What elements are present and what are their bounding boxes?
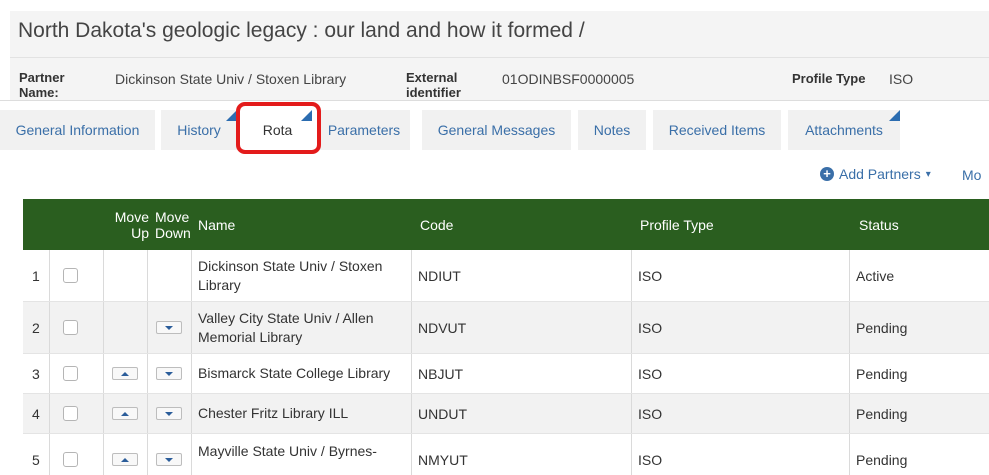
arrow-down-icon [165, 457, 173, 462]
row-number: 5 [32, 451, 40, 468]
profile-type-value: ISO [889, 71, 914, 87]
caret-down-icon: ▾ [925, 168, 931, 180]
tab-bar: General Information History Rota Paramet… [0, 100, 989, 157]
partner-profile-type: ISO [638, 405, 663, 422]
arrow-down-icon [165, 325, 173, 330]
partner-status: Pending [856, 451, 908, 468]
tab-label: General Messages [437, 122, 556, 138]
partner-code: UNDUT [418, 405, 467, 422]
tab-notes[interactable]: Notes [578, 110, 646, 150]
partner-status: Pending [856, 405, 908, 422]
col-move-up-line1: Move [114, 208, 149, 225]
tab-label: History [177, 122, 221, 138]
partner-name-value: Dickinson State Univ / Stoxen Library [115, 71, 347, 87]
add-partners-button[interactable]: + Add Partners ▾ [820, 166, 931, 182]
partner-name-label: Partner Name: [19, 70, 65, 100]
tab-attachments[interactable]: Attachments [788, 110, 900, 150]
partner-profile-type: ISO [638, 319, 663, 336]
move-down-button[interactable] [156, 453, 182, 466]
move-up-button[interactable] [112, 407, 138, 420]
arrow-down-icon [165, 411, 173, 416]
move-up-button[interactable] [112, 367, 138, 380]
table-row: 5 Mayville State Univ / Byrnes- NMYUT IS… [23, 434, 989, 475]
partner-code: NDIUT [418, 267, 461, 284]
partner-name: Dickinson State Univ / Stoxen Library [198, 257, 383, 293]
tab-indicator-icon [301, 110, 312, 121]
row-number: 2 [32, 319, 40, 336]
row-number: 4 [32, 405, 40, 422]
plus-circle-icon: + [820, 167, 834, 181]
tab-general-messages[interactable]: General Messages [422, 110, 571, 150]
arrow-up-icon [121, 457, 129, 462]
col-move-down-line2: Down [155, 224, 191, 241]
tab-label: Rota [262, 122, 293, 138]
tab-general-information[interactable]: General Information [0, 110, 155, 150]
partner-profile-type: ISO [638, 365, 663, 382]
arrow-down-icon [165, 371, 173, 376]
tab-parameters[interactable]: Parameters [318, 110, 410, 150]
table-row: 1 Dickinson State Univ / Stoxen Library … [23, 250, 989, 302]
tab-indicator-icon [226, 110, 237, 121]
move-down-button[interactable] [156, 407, 182, 420]
partner-name: Valley City State Univ / Allen Memorial … [198, 309, 374, 345]
arrow-up-icon [121, 371, 129, 376]
table-row: 3 Bismarck State College Library NBJUT I… [23, 354, 989, 394]
row-select-checkbox[interactable] [63, 320, 78, 335]
move-down-button[interactable] [156, 367, 182, 380]
table-header: Move Up Move Down Name Code Profile Type… [23, 199, 989, 250]
tab-rota[interactable]: Rota [243, 110, 312, 150]
record-header: North Dakota's geologic legacy : our lan… [10, 11, 989, 100]
rota-table: Move Up Move Down Name Code Profile Type… [23, 199, 989, 475]
partner-status: Active [856, 267, 895, 284]
row-number: 3 [32, 365, 40, 382]
profile-type-label: Profile Type [792, 71, 866, 86]
col-move-down-line1: Move [155, 208, 190, 225]
col-code[interactable]: Code [420, 199, 453, 250]
partner-code: NDVUT [418, 319, 467, 336]
more-actions-link[interactable]: Mo [962, 167, 981, 183]
tab-label: General Information [15, 122, 140, 138]
tab-received-items[interactable]: Received Items [653, 110, 781, 150]
page-title: North Dakota's geologic legacy : our lan… [18, 19, 585, 42]
col-profile-type[interactable]: Profile Type [640, 199, 714, 250]
partner-name: Bismarck State College Library [198, 365, 391, 381]
col-move-down: Move Down [155, 199, 191, 250]
partner-code: NMYUT [418, 451, 468, 468]
row-number: 1 [32, 267, 40, 284]
row-select-checkbox[interactable] [63, 406, 78, 421]
external-identifier-value: 01ODINBSF0000005 [502, 71, 635, 87]
partner-name: Chester Fritz Library ILL [198, 405, 349, 421]
move-down-button[interactable] [156, 321, 182, 334]
table-row: 2 Valley City State Univ / Allen Memoria… [23, 302, 989, 354]
partner-name: Mayville State Univ / Byrnes- [198, 443, 377, 459]
add-partners-label: Add Partners [839, 166, 921, 182]
partner-code: NBJUT [418, 365, 464, 382]
tab-label: Notes [593, 122, 631, 138]
partner-status: Pending [856, 365, 908, 382]
col-name[interactable]: Name [198, 199, 235, 250]
tab-indicator-icon [889, 110, 900, 121]
move-up-button[interactable] [112, 453, 138, 466]
arrow-up-icon [121, 411, 129, 416]
tab-label: Received Items [668, 122, 766, 138]
col-move-up: Move Up [111, 199, 149, 250]
partner-info-row: Partner Name: Dickinson State Univ / Sto… [10, 57, 989, 100]
col-move-up-line2: Up [131, 224, 149, 241]
partner-status: Pending [856, 319, 908, 336]
col-status[interactable]: Status [859, 199, 899, 250]
external-identifier-label: External identifier [406, 70, 461, 100]
tab-label: Attachments [805, 122, 883, 138]
partner-profile-type: ISO [638, 451, 663, 468]
row-select-checkbox[interactable] [63, 268, 78, 283]
tab-label: Parameters [327, 122, 401, 138]
row-select-checkbox[interactable] [63, 452, 78, 467]
partner-profile-type: ISO [638, 267, 663, 284]
tab-history[interactable]: History [161, 110, 237, 150]
row-select-checkbox[interactable] [63, 366, 78, 381]
table-row: 4 Chester Fritz Library ILL UNDUT ISO Pe… [23, 394, 989, 434]
